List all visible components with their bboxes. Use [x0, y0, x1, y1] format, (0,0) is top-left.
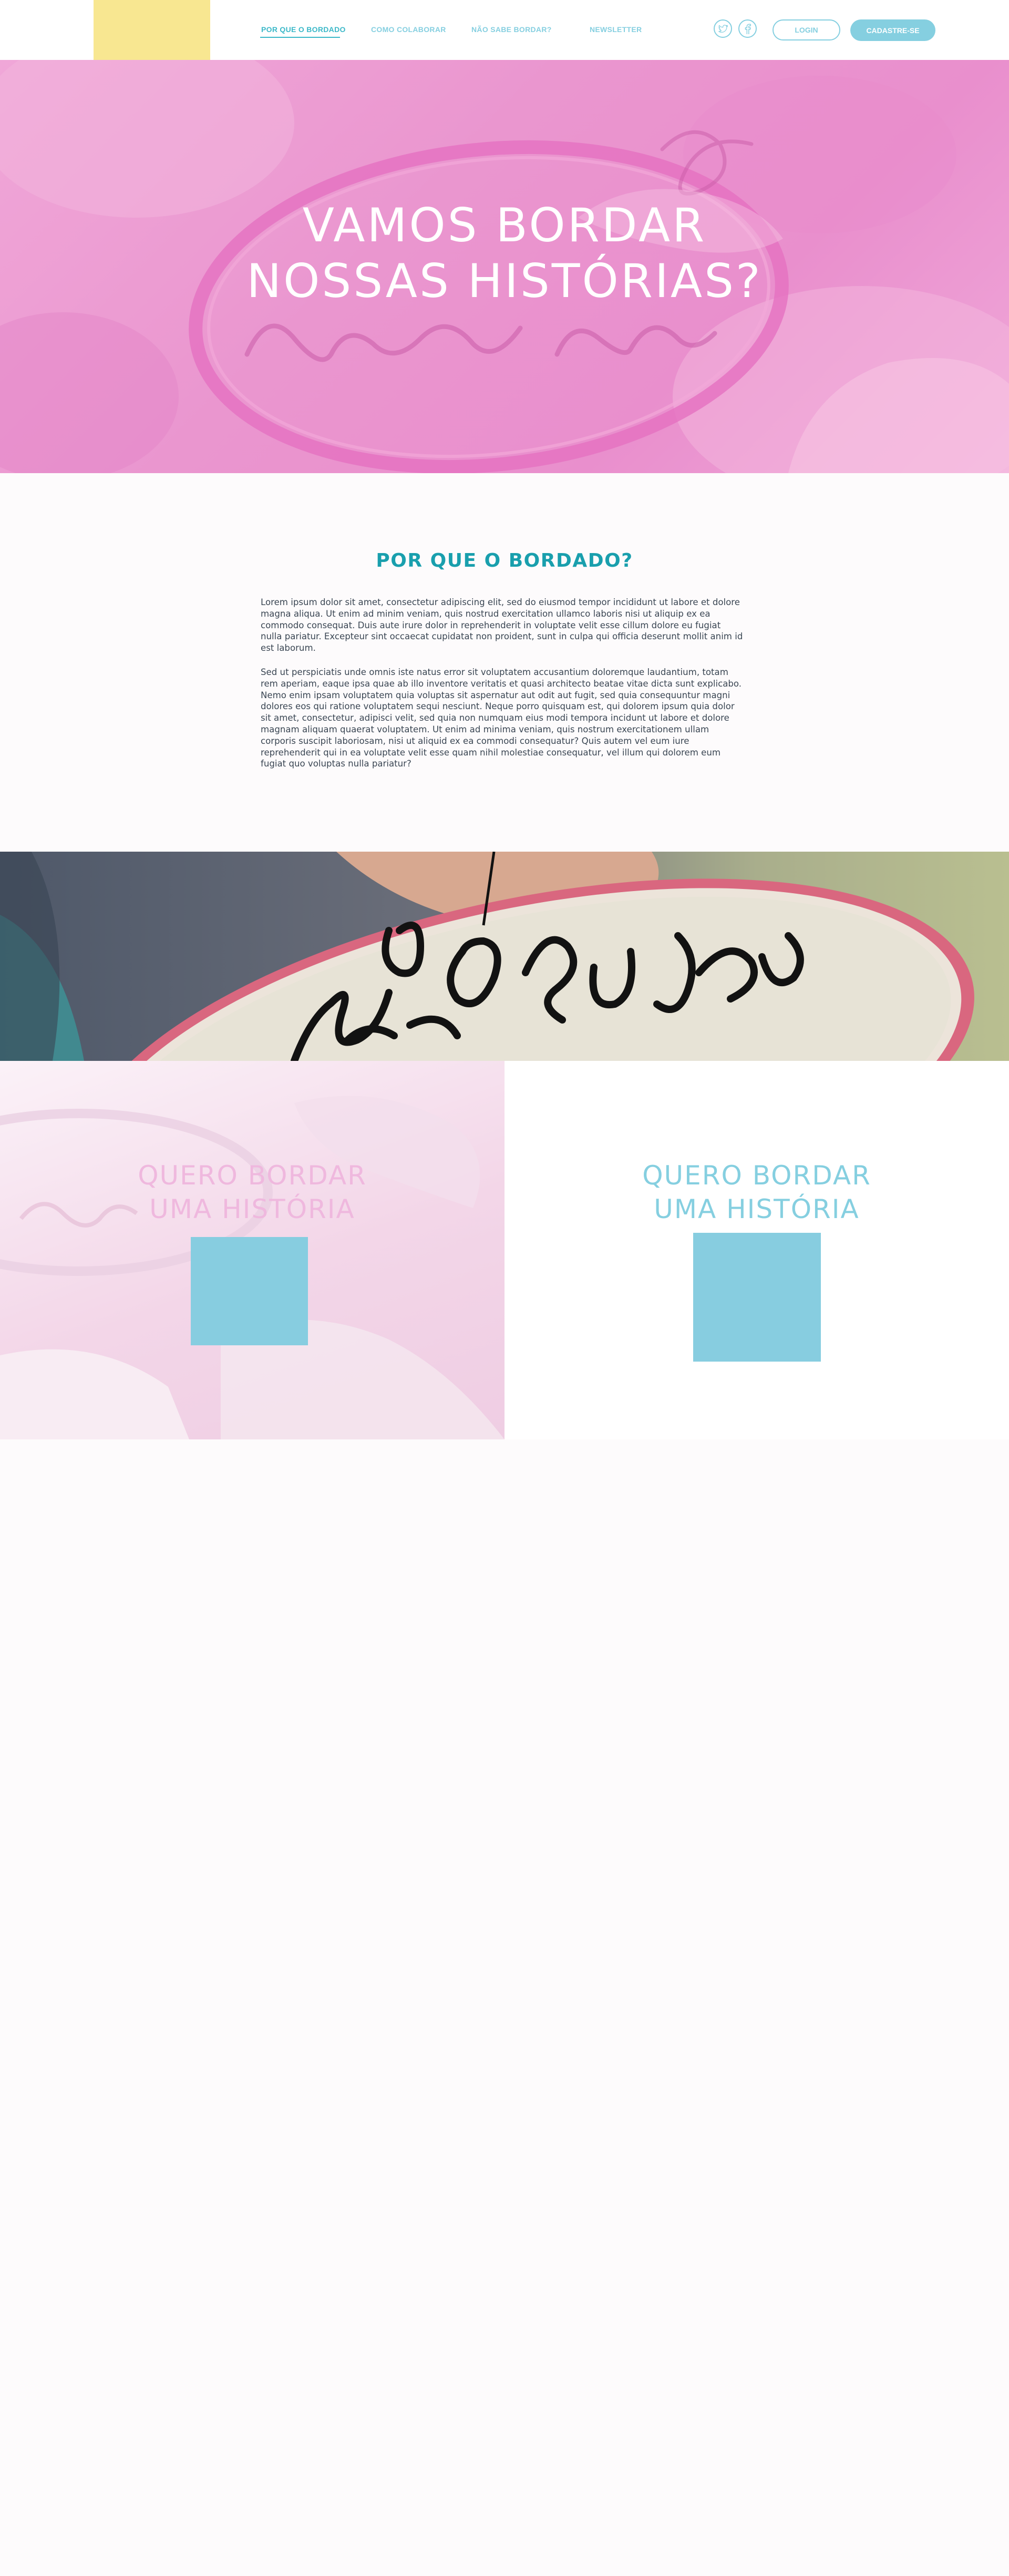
text-line: rem aperiam, eaque ipsa quae ab illo inv… [261, 678, 742, 689]
cta-button-left[interactable] [191, 1237, 308, 1345]
cta-button-right[interactable] [693, 1233, 821, 1362]
about-paragraph-2: Sed ut perspiciatis unde omnis iste natu… [261, 667, 745, 770]
nav-item-por-que-o-bordado[interactable]: POR QUE O BORDADO [261, 25, 346, 34]
cta-panel-right: QUERO BORDAR UMA HISTÓRIA [504, 1061, 1009, 1439]
text-line: commodo consequat. Duis aute irure dolor… [261, 620, 721, 630]
embroidery-photo [0, 852, 1009, 1061]
facebook-button[interactable] [738, 19, 757, 38]
text-line: magna aliqua. Ut enim ad minim veniam, q… [261, 608, 711, 619]
text-line: est laborum. [261, 643, 316, 653]
hero-title: VAMOS BORDAR NOSSAS HISTÓRIAS? [0, 198, 1009, 309]
text-line: Lorem ipsum dolor sit amet, consectetur … [261, 597, 740, 607]
text-line: nulla pariatur. Excepteur sint occaecat … [261, 631, 743, 642]
nav-item-newsletter[interactable]: NEWSLETTER [590, 25, 642, 34]
signup-button[interactable]: CADASTRE-SE [850, 19, 935, 41]
cta-title-line2: UMA HISTÓRIA [149, 1194, 355, 1224]
hero-banner: VAMOS BORDAR NOSSAS HISTÓRIAS? [0, 60, 1009, 473]
cta-title-line1: QUERO BORDAR [138, 1160, 367, 1191]
nav-item-nao-sabe-bordar[interactable]: NÃO SABE BORDAR? [471, 25, 552, 34]
hero-title-line1: VAMOS BORDAR [302, 198, 707, 252]
text-line: magnam aliquam quaerat voluptatem. Ut en… [261, 724, 709, 734]
text-line: fugiat quo voluptas nulla pariatur? [261, 759, 411, 769]
cta-title-left: QUERO BORDAR UMA HISTÓRIA [0, 1159, 504, 1226]
hero-title-line2: NOSSAS HISTÓRIAS? [246, 254, 763, 308]
nav-item-como-colaborar[interactable]: COMO COLABORAR [371, 25, 446, 34]
twitter-icon [718, 24, 728, 33]
text-line: dolores eos qui ratione voluptatem sequi… [261, 701, 735, 712]
cta-title-line1: QUERO BORDAR [642, 1160, 871, 1191]
about-paragraph-1: Lorem ipsum dolor sit amet, consectetur … [261, 597, 745, 654]
facebook-icon [745, 23, 751, 34]
text-line: Nemo enim ipsam voluptatem quia voluptas… [261, 690, 730, 700]
site-header: POR QUE O BORDADO COMO COLABORAR NÃO SAB… [0, 0, 1009, 60]
login-button[interactable]: LOGIN [773, 19, 840, 40]
embroidery-photo-band [0, 852, 1009, 1061]
site-logo[interactable] [94, 0, 210, 60]
twitter-button[interactable] [714, 19, 732, 38]
text-line: reprehenderit qui in ea voluptate velit … [261, 747, 721, 758]
cta-title-right: QUERO BORDAR UMA HISTÓRIA [504, 1159, 1009, 1226]
text-line: Sed ut perspiciatis unde omnis iste natu… [261, 667, 728, 677]
text-line: corporis suscipit laboriosam, nisi ut al… [261, 735, 689, 746]
cta-title-line2: UMA HISTÓRIA [654, 1194, 860, 1224]
nav-active-underline [260, 37, 340, 38]
text-line: sit amet, consectetur, adipisci velit, s… [261, 713, 729, 723]
cta-panel-left: QUERO BORDAR UMA HISTÓRIA [0, 1061, 504, 1439]
about-section-title: POR QUE O BORDADO? [376, 550, 633, 571]
